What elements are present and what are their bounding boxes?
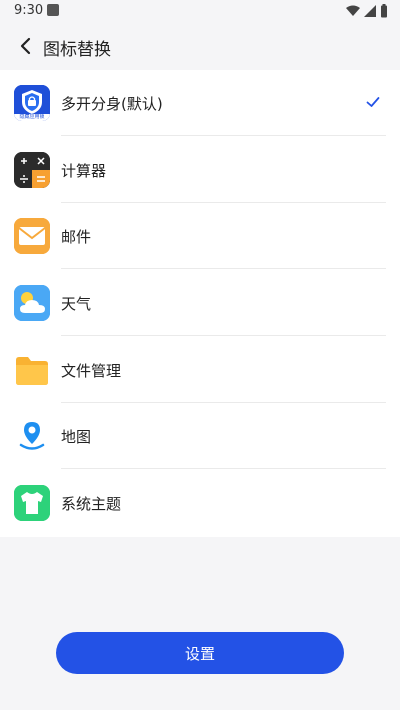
icon-option-label: 系统主题	[61, 495, 122, 513]
back-arrow-icon[interactable]	[14, 34, 38, 58]
icon-option-map[interactable]: 地图	[0, 403, 400, 469]
icon-options-list: 隐藏应用锁 多开分身(默认) 计算器 邮件 天气 文件管理 地图 系统主题	[0, 70, 400, 537]
app-bar: 图标替换	[0, 22, 400, 70]
weather-icon	[14, 285, 50, 321]
icon-option-theme[interactable]: 系统主题	[0, 470, 400, 536]
divider	[61, 468, 386, 469]
calculator-icon	[14, 152, 50, 188]
signal-icon	[364, 5, 376, 17]
status-time: 9:30	[14, 3, 44, 18]
icon-option-calculator[interactable]: 计算器	[0, 137, 400, 203]
divider	[61, 268, 386, 269]
status-bar: 9:30	[0, 0, 400, 22]
icon-option-label: 地图	[61, 428, 92, 446]
notification-icon	[47, 4, 59, 16]
icon-option-default[interactable]: 隐藏应用锁 多开分身(默认)	[0, 70, 400, 136]
theme-shirt-icon	[14, 485, 50, 521]
icon-option-label: 多开分身(默认)	[61, 95, 163, 113]
divider	[61, 135, 386, 136]
icon-option-label: 邮件	[61, 228, 92, 246]
wifi-icon	[346, 5, 360, 16]
map-pin-icon	[14, 418, 50, 454]
icon-caption: 隐藏应用锁	[19, 114, 45, 120]
battery-icon	[381, 4, 387, 18]
mail-icon	[14, 218, 50, 254]
icon-option-label: 文件管理	[61, 362, 122, 380]
folder-icon	[14, 352, 50, 388]
icon-option-weather[interactable]: 天气	[0, 270, 400, 336]
icon-option-files[interactable]: 文件管理	[0, 337, 400, 403]
icon-option-label: 天气	[61, 295, 92, 313]
check-icon	[366, 97, 380, 107]
icon-option-mail[interactable]: 邮件	[0, 203, 400, 269]
set-button[interactable]: 设置	[56, 632, 344, 674]
divider	[61, 335, 386, 336]
default-shield-icon: 隐藏应用锁	[14, 85, 50, 121]
page-title: 图标替换	[43, 40, 111, 60]
system-icons	[346, 4, 388, 18]
icon-option-label: 计算器	[61, 162, 107, 180]
